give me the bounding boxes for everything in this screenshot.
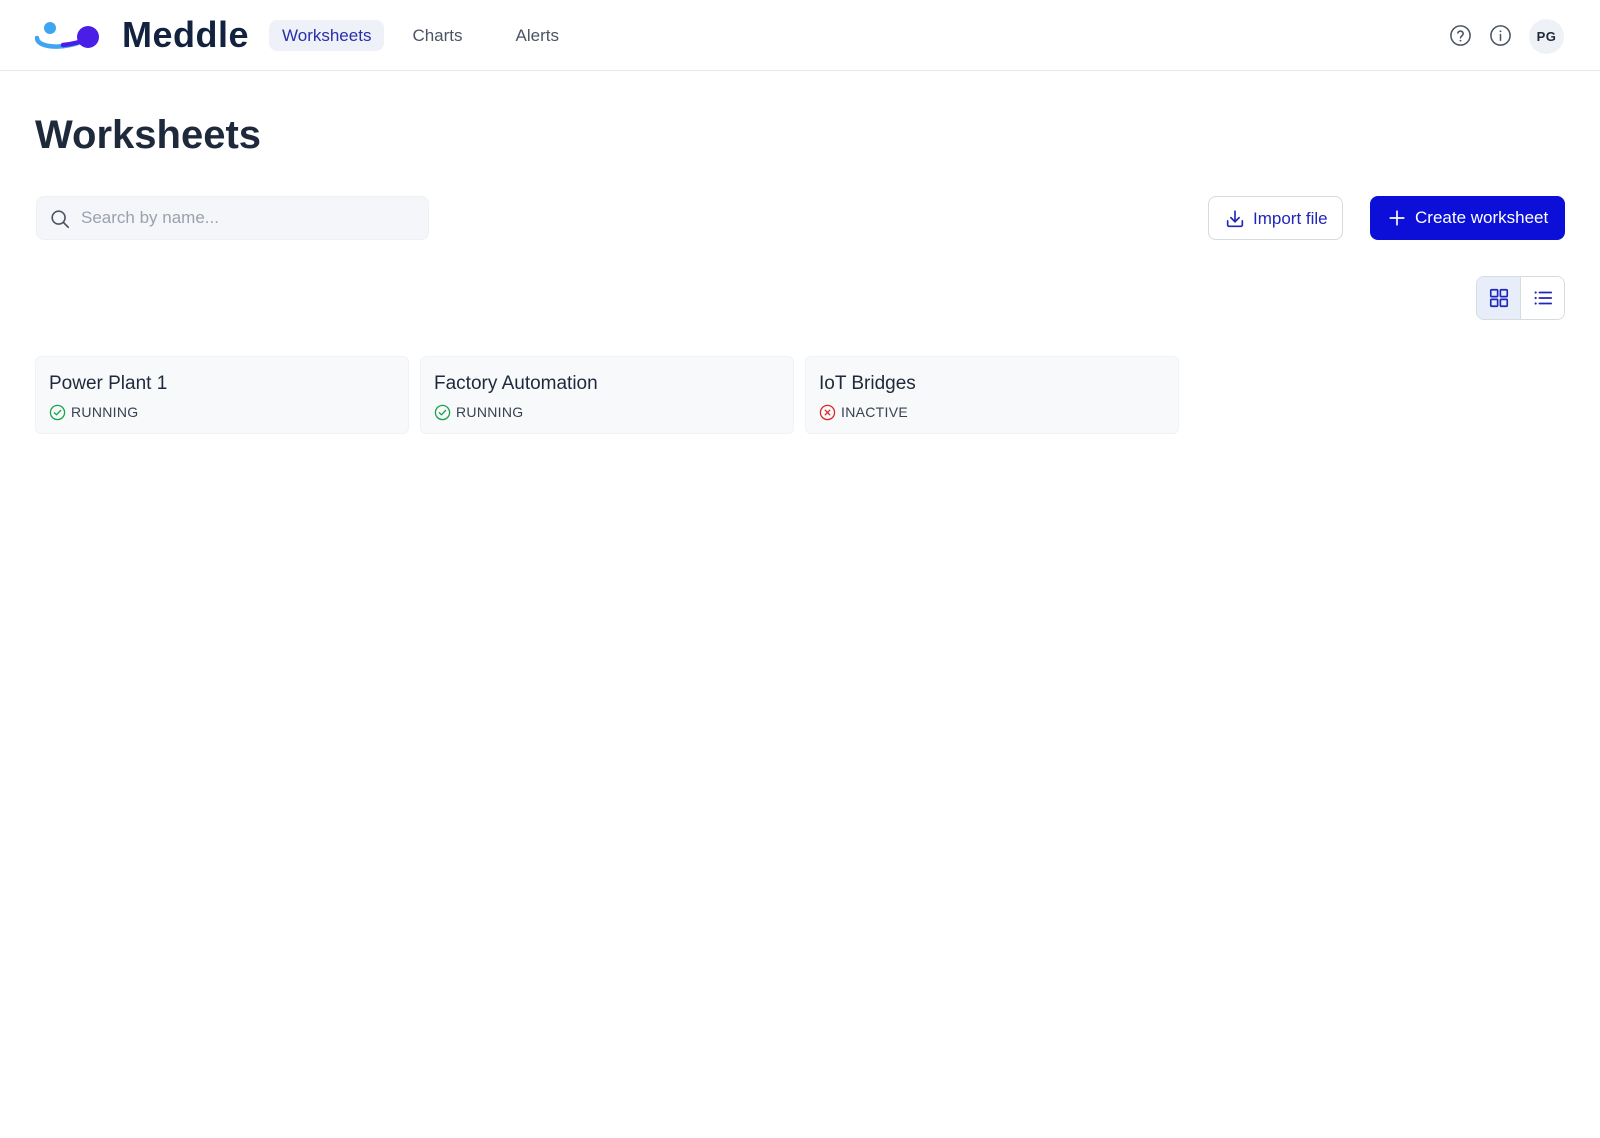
user-avatar[interactable]: PG: [1529, 19, 1564, 54]
check-circle-icon: [434, 404, 451, 420]
worksheet-name: Factory Automation: [434, 373, 598, 394]
status-text: RUNNING: [71, 404, 139, 420]
status-badge: INACTIVE: [819, 403, 908, 421]
list-view-button[interactable]: [1521, 277, 1564, 319]
status-badge: RUNNING: [49, 403, 138, 421]
create-worksheet-label: Create worksheet: [1415, 208, 1549, 227]
nav-item-worksheets[interactable]: Worksheets: [269, 20, 385, 51]
meddle-logo[interactable]: [35, 18, 101, 54]
list-icon: [1534, 291, 1553, 305]
download-icon: [1226, 210, 1244, 228]
import-file-button[interactable]: Import file: [1208, 196, 1343, 240]
top-navigation-bar: Meddle Worksheets Charts Alerts PG: [0, 0, 1600, 71]
create-worksheet-button[interactable]: Create worksheet: [1370, 196, 1565, 240]
main-nav: Worksheets Charts Alerts: [269, 20, 572, 51]
worksheet-name: Power Plant 1: [49, 373, 168, 394]
question-circle-icon: [1450, 25, 1471, 46]
help-button[interactable]: [1449, 24, 1472, 47]
status-text: INACTIVE: [841, 404, 908, 420]
info-circle-icon: [1490, 25, 1511, 46]
app-name: Meddle: [122, 14, 250, 55]
plus-icon: [1389, 210, 1405, 226]
status-text: RUNNING: [456, 404, 524, 420]
grid-icon: [1489, 288, 1509, 308]
search-icon: [51, 210, 70, 229]
worksheet-card[interactable]: IoT Bridges INACTIVE: [805, 356, 1179, 434]
status-badge: RUNNING: [434, 403, 523, 421]
view-toggle: [1476, 276, 1565, 320]
check-circle-icon: [49, 404, 66, 420]
search-box: [36, 196, 429, 240]
nav-item-alerts[interactable]: Alerts: [503, 20, 572, 51]
worksheet-card[interactable]: Factory Automation RUNNING: [420, 356, 794, 434]
page-title: Worksheets: [35, 113, 262, 157]
search-input[interactable]: [81, 197, 421, 239]
logo-mark-icon: [35, 22, 99, 49]
grid-view-button[interactable]: [1477, 277, 1521, 319]
x-circle-icon: [819, 404, 836, 420]
import-file-label: Import file: [1253, 209, 1328, 228]
info-button[interactable]: [1489, 24, 1512, 47]
worksheet-card[interactable]: Power Plant 1 RUNNING: [35, 356, 409, 434]
worksheet-grid: Power Plant 1 RUNNING Factory Automation…: [35, 356, 1185, 434]
worksheet-name: IoT Bridges: [819, 373, 916, 394]
nav-item-charts[interactable]: Charts: [399, 20, 475, 51]
